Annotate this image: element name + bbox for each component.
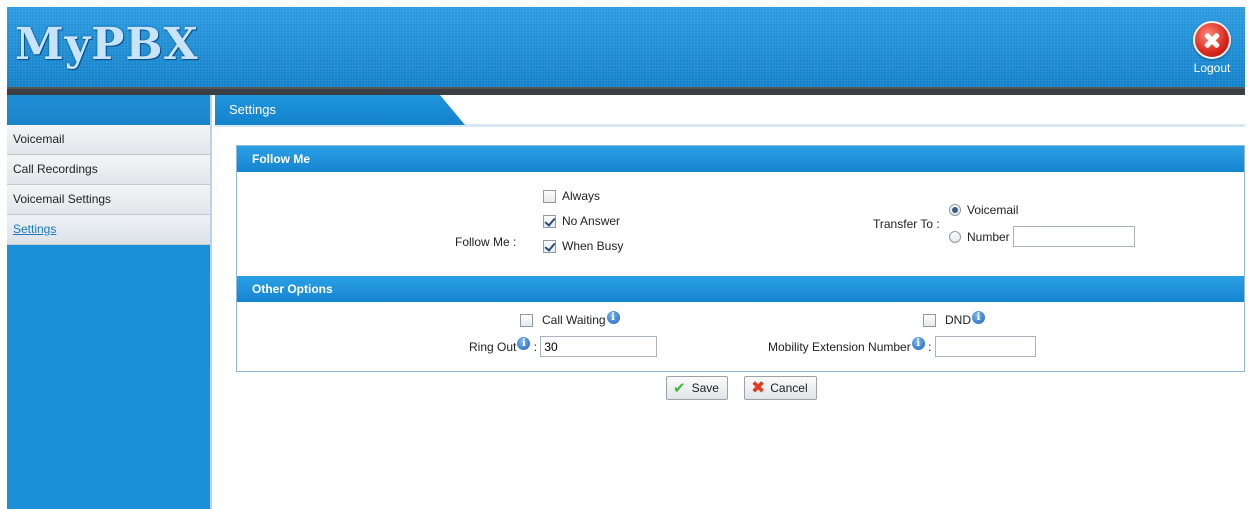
mobility-extension-field: Mobility Extension Number i : bbox=[768, 336, 1036, 357]
dnd-label: DND bbox=[945, 313, 971, 327]
sidebar-item-voicemail[interactable]: Voicemail bbox=[7, 125, 212, 155]
when-busy-label: When Busy bbox=[562, 239, 624, 253]
always-option[interactable]: Always bbox=[543, 189, 600, 203]
info-icon[interactable]: i bbox=[517, 337, 531, 350]
dnd-checkbox[interactable] bbox=[923, 313, 936, 327]
no-answer-checkbox[interactable] bbox=[543, 214, 556, 228]
sidebar-item-settings[interactable]: Settings bbox=[7, 215, 212, 245]
settings-panel: Follow Me Follow Me : Always No Answer W… bbox=[236, 145, 1245, 372]
app-header: MyPBX Logout bbox=[7, 7, 1245, 87]
call-waiting-label: Call Waiting bbox=[542, 313, 606, 327]
save-label: Save bbox=[691, 381, 719, 395]
header-divider bbox=[7, 87, 1245, 95]
save-button[interactable]: ✔ Save bbox=[666, 376, 728, 400]
call-waiting-checkbox[interactable] bbox=[520, 313, 533, 327]
transfer-to-label: Transfer To : bbox=[873, 217, 940, 231]
logout-label[interactable]: Logout bbox=[1189, 61, 1235, 75]
logout-button[interactable]: Logout bbox=[1189, 21, 1235, 75]
follow-me-label: Follow Me : bbox=[455, 235, 517, 249]
sidebar: Voicemail Call Recordings Voicemail Sett… bbox=[7, 95, 212, 509]
info-icon[interactable]: i bbox=[606, 310, 620, 324]
info-icon[interactable]: i bbox=[972, 310, 985, 324]
ring-out-input[interactable] bbox=[540, 336, 658, 357]
section-header-other-options: Other Options bbox=[237, 276, 1244, 302]
no-answer-label: No Answer bbox=[562, 214, 621, 228]
check-icon: ✔ bbox=[673, 380, 686, 397]
mobility-extension-input[interactable] bbox=[934, 336, 1036, 357]
sidebar-item-voicemail-settings[interactable]: Voicemail Settings bbox=[7, 185, 212, 215]
number-input[interactable] bbox=[1012, 226, 1135, 247]
ring-out-label: Ring Out bbox=[469, 339, 517, 354]
number-radio[interactable] bbox=[949, 230, 961, 243]
number-radio-option[interactable]: Number bbox=[949, 226, 1135, 247]
mypbx-logo: MyPBX bbox=[15, 19, 199, 70]
dnd-option[interactable]: DND i bbox=[923, 310, 985, 327]
tab-settings[interactable]: Settings bbox=[215, 95, 465, 125]
voicemail-radio-label: Voicemail bbox=[967, 203, 1019, 217]
info-icon[interactable]: i bbox=[911, 337, 925, 350]
when-busy-option[interactable]: When Busy bbox=[543, 239, 623, 253]
tab-bar: Settings bbox=[215, 95, 1245, 127]
number-radio-label: Number bbox=[967, 229, 1010, 244]
always-label: Always bbox=[562, 189, 601, 203]
mobility-extension-label: Mobility Extension Number bbox=[768, 339, 911, 354]
close-circle-icon[interactable] bbox=[1193, 21, 1231, 59]
section-header-follow-me: Follow Me bbox=[237, 146, 1244, 172]
voicemail-radio-option[interactable]: Voicemail bbox=[949, 203, 1018, 217]
no-answer-option[interactable]: No Answer bbox=[543, 214, 620, 228]
when-busy-checkbox[interactable] bbox=[543, 239, 556, 253]
ring-out-field: Ring Out i : bbox=[469, 336, 658, 357]
cancel-button[interactable]: ✖ Cancel bbox=[744, 376, 817, 400]
call-waiting-option[interactable]: Call Waiting i bbox=[520, 310, 620, 327]
always-checkbox[interactable] bbox=[543, 189, 556, 203]
voicemail-radio[interactable] bbox=[949, 204, 961, 216]
cancel-label: Cancel bbox=[770, 381, 808, 395]
x-icon: ✖ bbox=[751, 378, 766, 397]
sidebar-item-call-recordings[interactable]: Call Recordings bbox=[7, 155, 212, 185]
